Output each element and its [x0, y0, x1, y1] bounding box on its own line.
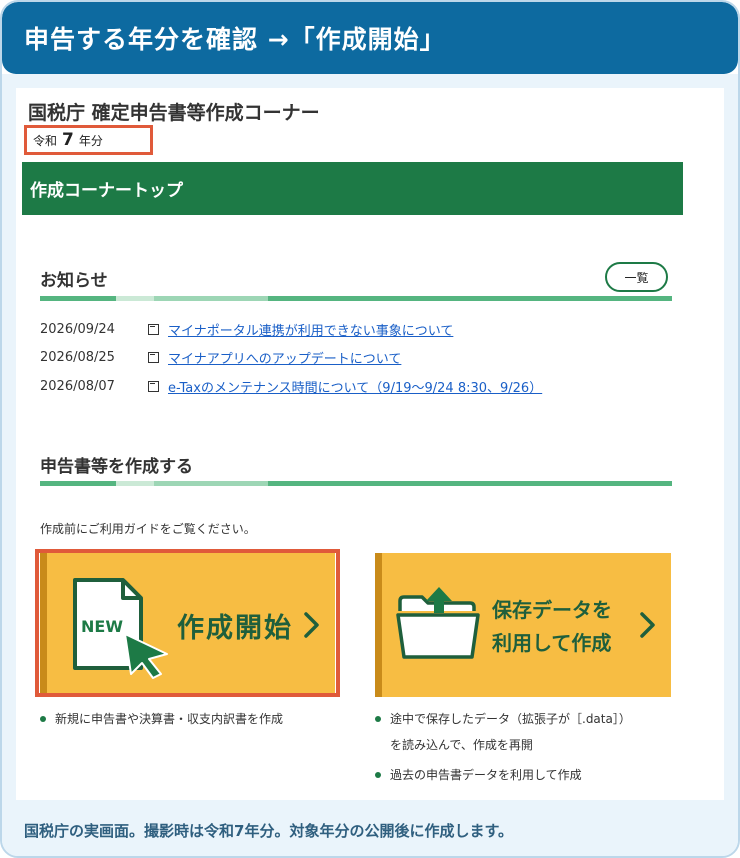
- news-date: 2026/08/25: [40, 349, 115, 365]
- news-divider: [40, 296, 672, 301]
- news-date: 2026/09/24: [40, 321, 115, 337]
- load-notes: 途中で保存したデータ（拡張子が［.data］） を読み込んで、作成を再開 過去の…: [375, 706, 631, 788]
- start-create-button[interactable]: NEW 作成開始: [40, 553, 335, 697]
- news-more-button[interactable]: 一覧: [605, 262, 668, 292]
- note-item-continued: を読み込んで、作成を再開: [375, 732, 631, 758]
- step-banner: 申告する年分を確認 →「作成開始」: [2, 2, 738, 74]
- news-link[interactable]: マイナポータル連携が利用できない事象について: [168, 320, 453, 339]
- note-item: 途中で保存したデータ（拡張子が［.data］）: [375, 706, 631, 732]
- note-item: 過去の申告書データを利用して作成: [375, 762, 631, 788]
- year-number: 7: [62, 130, 74, 150]
- tutorial-frame: 申告する年分を確認 →「作成開始」 国税庁 確定申告書等作成コーナー 令和 7 …: [0, 0, 740, 858]
- news-link[interactable]: マイナアプリへのアップデートについて: [168, 348, 401, 367]
- news-item: 2026/08/07 e-Taxのメンテナンス時間について（9/19〜9/24 …: [40, 375, 542, 397]
- start-card-label[interactable]: 作成開始: [177, 606, 293, 645]
- start-notes: 新規に申告書や決算書・収支内訳書を作成: [40, 706, 283, 732]
- new-badge: NEW: [81, 617, 123, 636]
- folder-upload-icon: [396, 587, 480, 659]
- news-link[interactable]: e-Taxのメンテナンス時間について（9/19〜9/24 8:30、9/26）: [168, 377, 542, 396]
- load-card-label-1[interactable]: 保存データを: [492, 594, 612, 623]
- nav-top-bar[interactable]: 作成コーナートップ: [22, 162, 683, 215]
- year-indicator: 令和 7 年分: [24, 125, 153, 155]
- news-item: 2026/09/24 マイナポータル連携が利用できない事象について: [40, 318, 453, 340]
- news-date: 2026/08/07: [40, 378, 115, 394]
- create-divider: [40, 481, 672, 486]
- chevron-right-icon: [304, 612, 319, 638]
- guide-text: 作成前にご利用ガイドをご覧ください。: [40, 522, 256, 536]
- bullet-icon: [375, 716, 381, 722]
- use-saved-data-button[interactable]: 保存データを 利用して作成: [375, 553, 671, 697]
- site-title: 国税庁 確定申告書等作成コーナー: [28, 102, 320, 124]
- note-text: 途中で保存したデータ（拡張子が［.data］）: [390, 712, 631, 726]
- load-card-label-2[interactable]: 利用して作成: [492, 627, 612, 656]
- nav-top-label[interactable]: 作成コーナートップ: [30, 176, 183, 201]
- banner-title: 申告する年分を確認 →「作成開始」: [24, 25, 446, 54]
- note-text: を読み込んで、作成を再開: [390, 738, 533, 752]
- bullet-icon: [375, 772, 381, 778]
- bullet-icon: [40, 716, 46, 722]
- news-item: 2026/08/25 マイナアプリへのアップデートについて: [40, 346, 401, 368]
- document-icon: [148, 323, 159, 335]
- year-era: 令和: [33, 133, 58, 148]
- new-document-icon: NEW: [73, 578, 168, 679]
- screenshot-area: 国税庁 確定申告書等作成コーナー 令和 7 年分 作成コーナートップ お知らせ …: [2, 74, 738, 856]
- year-suffix: 年分: [78, 133, 103, 148]
- note-text: 過去の申告書データを利用して作成: [390, 768, 582, 782]
- chevron-right-icon: [640, 612, 655, 638]
- page-content: 国税庁 確定申告書等作成コーナー 令和 7 年分 作成コーナートップ お知らせ …: [16, 88, 724, 800]
- create-heading: 申告書等を作成する: [40, 457, 193, 477]
- document-icon: [148, 380, 159, 392]
- note-item: 新規に申告書や決算書・収支内訳書を作成: [40, 706, 283, 732]
- caption: 国税庁の実画面。撮影時は令和7年分。対象年分の公開後に作成します。: [24, 822, 513, 840]
- document-icon: [148, 351, 159, 363]
- note-text: 新規に申告書や決算書・収支内訳書を作成: [55, 712, 284, 726]
- news-heading: お知らせ: [40, 271, 108, 291]
